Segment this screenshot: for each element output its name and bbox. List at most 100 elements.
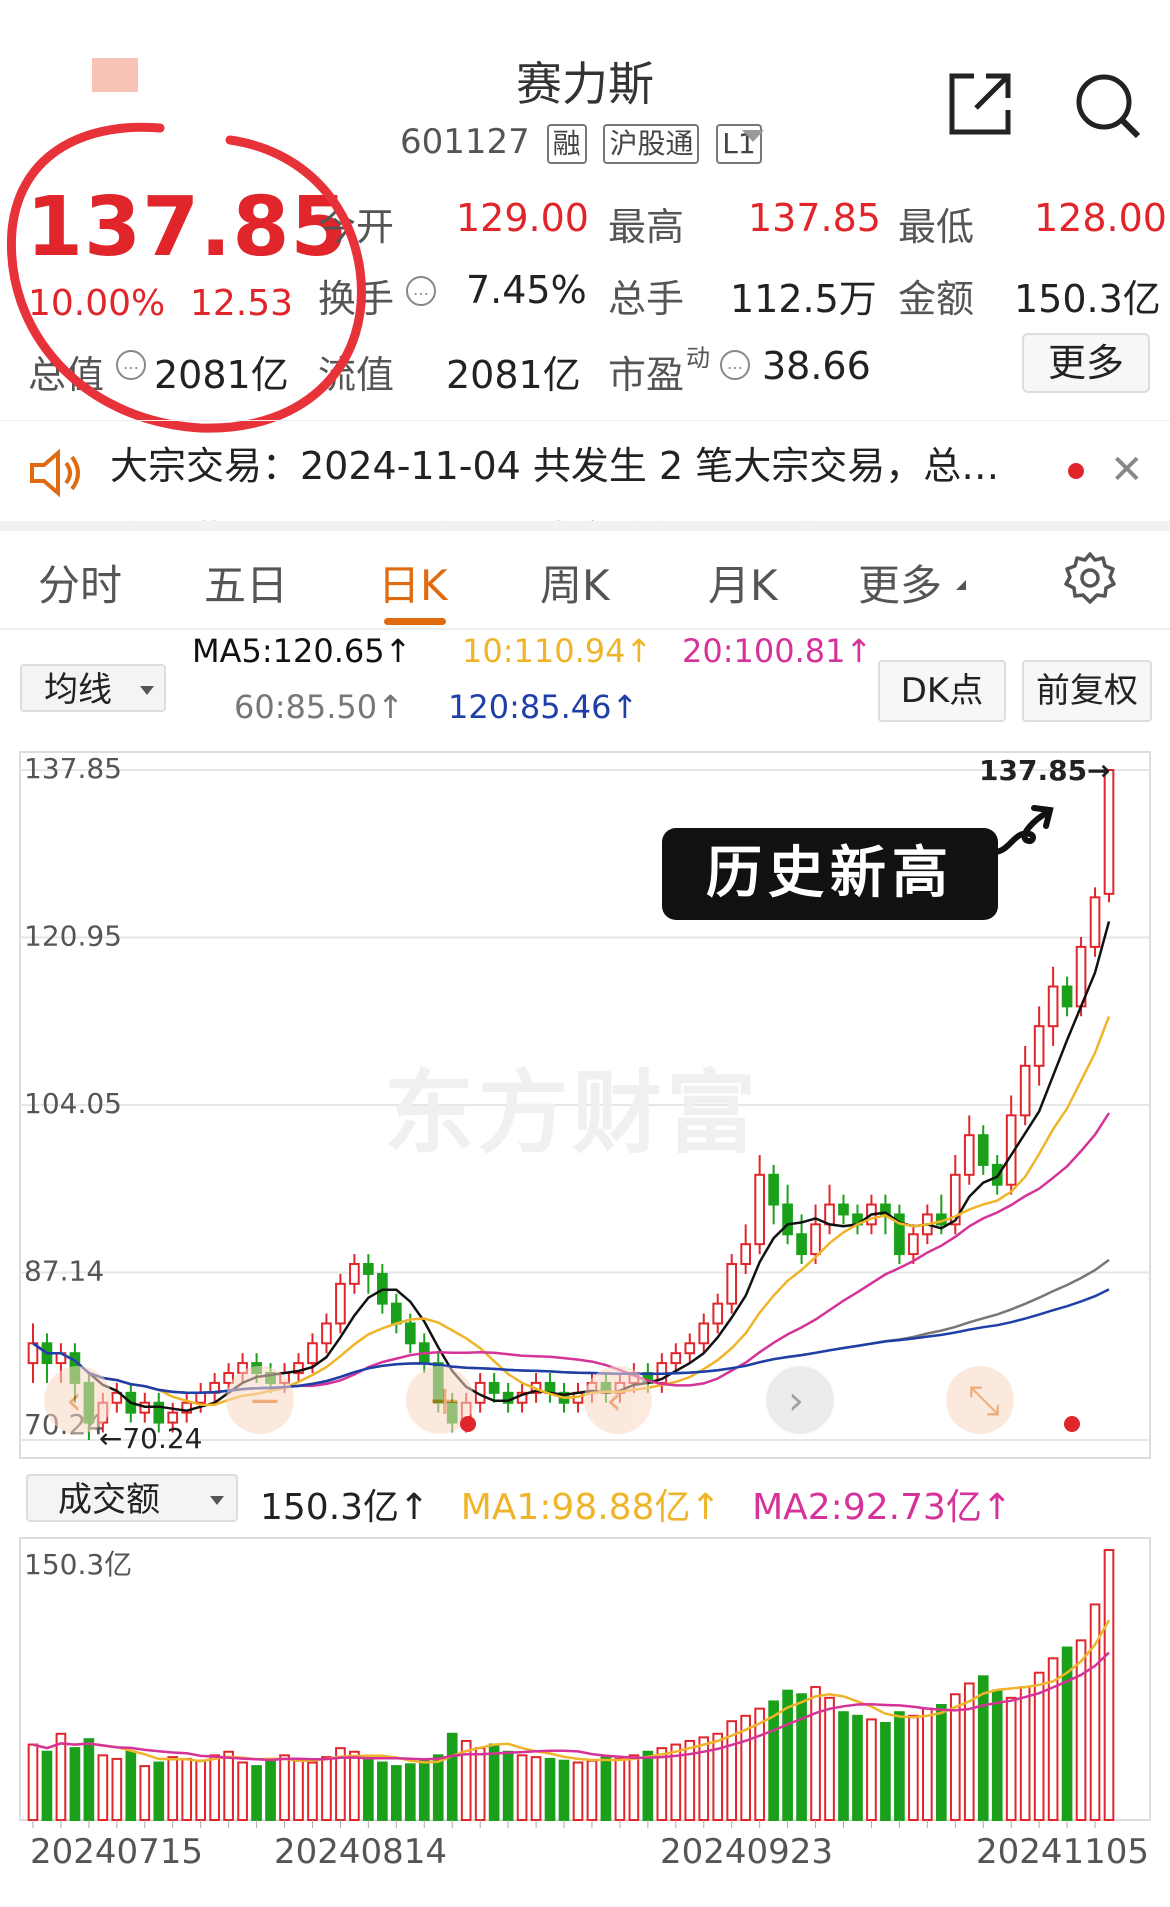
indicator-select[interactable]: 均线 xyxy=(20,664,166,712)
volume-value: 112.5万 xyxy=(730,277,877,321)
dk-point-button[interactable]: DK点 xyxy=(878,660,1006,722)
more-quote-button[interactable]: 更多 xyxy=(1022,333,1150,393)
volume-amount: 150.3亿↑ xyxy=(260,1487,430,1528)
candle-body xyxy=(1103,769,1115,895)
tab-five-day[interactable]: 五日 xyxy=(204,552,288,613)
low-value: 128.00 xyxy=(1034,196,1167,240)
zoom-out-icon[interactable]: − xyxy=(226,1366,294,1434)
ma5-value: MA5:120.65↑ xyxy=(192,632,412,670)
volume-chart[interactable]: 150.3亿 xyxy=(0,1528,1170,1858)
tab-more-caret-icon xyxy=(956,580,966,590)
arrow-icon xyxy=(991,805,1054,855)
event-dot xyxy=(460,1416,476,1432)
tab-intraday[interactable]: 分时 xyxy=(38,552,122,613)
gear-icon[interactable] xyxy=(1062,550,1118,606)
volume-bar xyxy=(516,1754,528,1822)
candle-body xyxy=(404,1322,416,1345)
volume-indicator-select[interactable]: 成交额 xyxy=(26,1474,238,1522)
info-icon[interactable]: … xyxy=(406,276,436,306)
share-external-icon[interactable] xyxy=(946,70,1014,138)
stock-code: 601127 xyxy=(400,122,530,162)
y-axis-label: 137.85 xyxy=(24,752,122,785)
tab-more[interactable]: 更多 xyxy=(858,552,942,613)
volume-bar xyxy=(642,1750,654,1821)
volume-bar xyxy=(111,1757,123,1821)
ma60-value: 60:85.50↑ xyxy=(234,688,404,726)
notice-text-next[interactable]: 沪深港通：11-05 沪股通成交总额 18.4 亿元 xyxy=(110,509,873,521)
candle-body xyxy=(363,1263,374,1275)
candle-body xyxy=(390,1302,402,1325)
ma10-value: 10:110.94↑ xyxy=(462,632,653,670)
volume-bar xyxy=(390,1765,402,1822)
candle-body xyxy=(768,1173,779,1206)
all-time-high-badge: 历史新高 xyxy=(662,828,998,920)
amount-value: 150.3亿 xyxy=(1014,277,1161,321)
candle-body xyxy=(488,1381,500,1394)
volume-bar xyxy=(614,1757,626,1821)
notice-text[interactable]: 大宗交易：2024-11-04 共发生 2 笔大宗交易，总… xyxy=(110,435,999,490)
tab-daily-k[interactable]: 日K xyxy=(378,552,448,613)
indicator-select-label: 均线 xyxy=(44,670,112,710)
candle-body xyxy=(321,1322,332,1345)
low-label: 最低 xyxy=(898,205,975,249)
volume-ma1: MA1:98.88亿↑ xyxy=(460,1487,721,1528)
chevron-left-icon[interactable]: ‹ xyxy=(44,1366,112,1434)
volume-bar xyxy=(880,1721,891,1822)
candle-body xyxy=(782,1203,793,1236)
chevron-left-icon[interactable]: ‹ xyxy=(584,1366,652,1434)
volume-bar xyxy=(935,1704,947,1821)
volume-bar xyxy=(307,1761,318,1821)
volume-bar xyxy=(195,1759,207,1822)
volume-bar xyxy=(432,1754,444,1822)
pe-dynamic-sup: 动 xyxy=(686,344,710,372)
tab-monthly-k[interactable]: 月K xyxy=(708,552,778,613)
notice-banner[interactable]: 大宗交易：2024-11-04 共发生 2 笔大宗交易，总… 沪深港通：11-0… xyxy=(0,420,1170,521)
volume-bar xyxy=(796,1693,807,1821)
chevron-down-icon xyxy=(140,686,154,695)
volume-bar xyxy=(1103,1549,1115,1821)
volume-bar xyxy=(125,1750,137,1821)
candle-body xyxy=(754,1173,765,1246)
close-icon[interactable]: ✕ xyxy=(1110,447,1144,493)
volume-bar xyxy=(265,1757,276,1821)
volume-bar xyxy=(768,1700,779,1821)
candle-body xyxy=(740,1243,752,1266)
ma-line-ma120 xyxy=(32,1288,1110,1395)
y-axis-label: 87.14 xyxy=(24,1255,104,1288)
expand-icon[interactable]: ⤡ xyxy=(946,1366,1014,1434)
volume-bar xyxy=(167,1756,179,1821)
low-marker: ←70.24 xyxy=(99,1422,203,1455)
volume-bar xyxy=(558,1759,570,1822)
volume-bar xyxy=(363,1757,374,1821)
candle-body xyxy=(726,1263,738,1305)
volume-bar xyxy=(41,1750,53,1821)
tag-shanghai-connect: 沪股通 xyxy=(603,124,700,164)
tab-weekly-k[interactable]: 周K xyxy=(540,552,610,613)
volume-bar xyxy=(446,1732,458,1822)
chevron-right-icon[interactable]: › xyxy=(766,1366,834,1434)
info-icon[interactable]: … xyxy=(720,350,750,380)
volume-bar xyxy=(852,1714,863,1821)
candle-body xyxy=(670,1352,682,1365)
chevron-down-icon[interactable] xyxy=(742,130,764,142)
volume-ma1-line xyxy=(32,1619,1111,1764)
forward-adjust-button[interactable]: 前复权 xyxy=(1022,660,1152,722)
volume-bar xyxy=(628,1754,640,1822)
volume-values: 150.3亿↑ MA1:98.88亿↑ MA2:92.73亿↑ xyxy=(260,1478,1012,1530)
candle-body xyxy=(698,1322,710,1345)
volume-bar xyxy=(544,1757,556,1821)
candle-body xyxy=(810,1223,821,1256)
high-value: 137.85 xyxy=(748,196,881,240)
volume-select-label: 成交额 xyxy=(58,1480,160,1520)
candle-body xyxy=(977,1134,989,1166)
volume-bar xyxy=(279,1754,290,1822)
candle-body xyxy=(684,1342,696,1355)
volume-bar xyxy=(321,1756,332,1821)
volume-bar xyxy=(908,1714,919,1821)
search-icon[interactable] xyxy=(1072,70,1142,140)
open-value: 129.00 xyxy=(456,196,589,240)
y-axis-label: 120.95 xyxy=(24,919,122,952)
volume-bar xyxy=(251,1765,262,1822)
volume-bar xyxy=(991,1689,1003,1821)
period-tabs: 分时 五日 日K 周K 月K 更多 xyxy=(0,530,1170,630)
